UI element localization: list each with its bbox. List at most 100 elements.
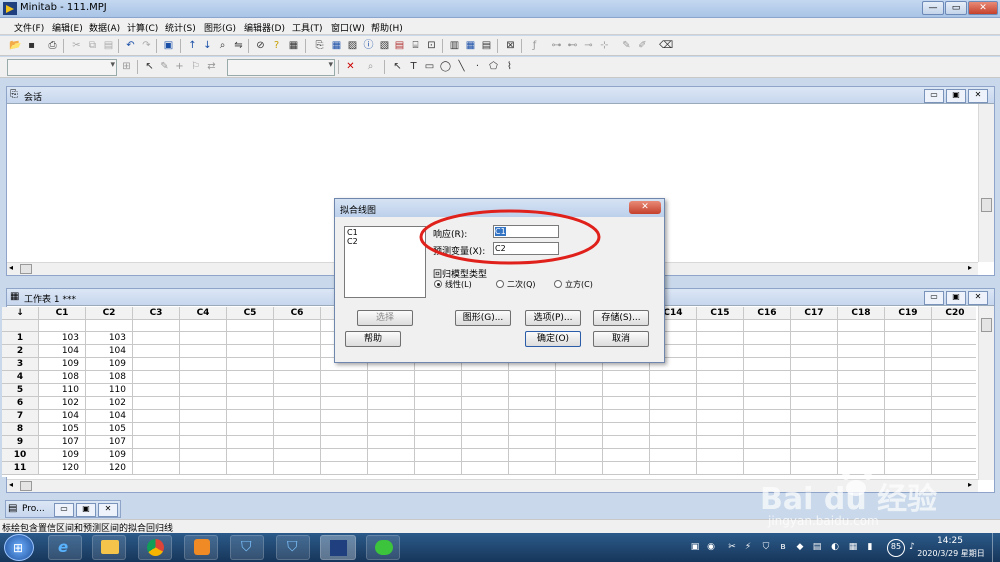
grid-cell[interactable] bbox=[133, 410, 180, 423]
worksheet-horizontal-scrollbar[interactable]: ◂ ▸ bbox=[7, 479, 978, 492]
grid-cell[interactable]: 103 bbox=[39, 332, 86, 345]
grid-cell[interactable] bbox=[321, 397, 368, 410]
grid-cell[interactable] bbox=[509, 371, 556, 384]
ok-button[interactable]: 确定(O) bbox=[525, 331, 581, 347]
grid-cell[interactable] bbox=[415, 449, 462, 462]
grid-cell[interactable] bbox=[932, 384, 976, 397]
menu-editor[interactable]: 编辑器(D) bbox=[244, 21, 285, 34]
copy-icon[interactable]: ⧉ bbox=[86, 39, 99, 52]
replace-icon[interactable]: ⇋ bbox=[232, 39, 245, 52]
taskbar-wechat[interactable] bbox=[366, 535, 400, 560]
grid-cell[interactable] bbox=[368, 384, 415, 397]
text-tool-icon[interactable]: T bbox=[407, 60, 420, 73]
tray-icon-7[interactable]: ◐ bbox=[830, 542, 840, 552]
grid-cell[interactable] bbox=[133, 358, 180, 371]
grid-cell[interactable] bbox=[744, 332, 791, 345]
grid-cell[interactable] bbox=[509, 384, 556, 397]
grid-cell[interactable]: 102 bbox=[39, 397, 86, 410]
manage-graphs-icon[interactable]: ⊡ bbox=[425, 39, 438, 52]
grid-cell[interactable] bbox=[744, 371, 791, 384]
grid-cell[interactable] bbox=[368, 410, 415, 423]
pointer-icon[interactable]: ↖ bbox=[391, 60, 404, 73]
grid-cell[interactable] bbox=[697, 358, 744, 371]
find-icon[interactable]: ⌕ bbox=[216, 39, 229, 52]
grid-cell[interactable] bbox=[368, 371, 415, 384]
grid-cell[interactable] bbox=[603, 436, 650, 449]
column-name-cell[interactable] bbox=[39, 320, 86, 332]
grid-cell[interactable] bbox=[603, 449, 650, 462]
open-icon[interactable]: 📂 bbox=[9, 39, 22, 52]
grid-cell[interactable] bbox=[227, 397, 274, 410]
ellipse-tool-icon[interactable]: ◯ bbox=[439, 60, 452, 73]
grid-cell[interactable] bbox=[180, 358, 227, 371]
show-worksheets-icon[interactable]: ▦ bbox=[464, 39, 477, 52]
session-vertical-scrollbar[interactable] bbox=[978, 104, 994, 262]
variable-list-item[interactable]: C2 bbox=[347, 237, 358, 246]
grid-corner[interactable]: ↓ bbox=[2, 307, 39, 320]
row-icon[interactable]: ⊷ bbox=[566, 39, 579, 52]
grid-cell[interactable] bbox=[509, 462, 556, 475]
grid-cell[interactable]: 120 bbox=[39, 462, 86, 475]
clock-time[interactable]: 14:25 bbox=[930, 536, 970, 546]
grid-cell[interactable] bbox=[650, 410, 697, 423]
radio-cubic-label[interactable]: 立方(C) bbox=[565, 279, 593, 290]
column-name-cell[interactable] bbox=[791, 320, 838, 332]
grid-cell[interactable] bbox=[227, 371, 274, 384]
menu-help[interactable]: 帮助(H) bbox=[371, 21, 403, 34]
grid-cell[interactable] bbox=[838, 462, 885, 475]
grid-cell[interactable] bbox=[650, 436, 697, 449]
grid-cell[interactable] bbox=[885, 449, 932, 462]
grid-cell[interactable] bbox=[556, 384, 603, 397]
dot-tool-icon[interactable]: · bbox=[471, 60, 484, 73]
grid-cell[interactable] bbox=[885, 384, 932, 397]
grid-cell[interactable] bbox=[274, 345, 321, 358]
undo-icon[interactable]: ↶ bbox=[124, 39, 137, 52]
grid-cell[interactable] bbox=[180, 449, 227, 462]
grid-cell[interactable] bbox=[650, 449, 697, 462]
brush-tool-icon[interactable]: ✐ bbox=[636, 39, 649, 52]
column-name-cell[interactable] bbox=[227, 320, 274, 332]
column-header[interactable]: C18 bbox=[838, 307, 885, 320]
grid-cell[interactable] bbox=[603, 384, 650, 397]
row-header[interactable]: 4 bbox=[2, 371, 39, 384]
grid-cell[interactable] bbox=[133, 449, 180, 462]
radio-quadratic[interactable] bbox=[496, 280, 504, 288]
tray-shield-icon[interactable]: ⛉ bbox=[761, 542, 771, 552]
font-combo[interactable] bbox=[227, 59, 335, 76]
grid-cell[interactable] bbox=[885, 397, 932, 410]
grid-cell[interactable] bbox=[838, 358, 885, 371]
radio-linear-label[interactable]: 线性(L) bbox=[445, 279, 472, 290]
grid-cell[interactable] bbox=[556, 436, 603, 449]
grid-cell[interactable] bbox=[932, 358, 976, 371]
tray-icon-4[interactable]: ⚡ bbox=[743, 542, 753, 552]
grid-cell[interactable] bbox=[274, 423, 321, 436]
grid-cell[interactable] bbox=[274, 397, 321, 410]
grid-cell[interactable]: 104 bbox=[86, 410, 133, 423]
grid-cell[interactable] bbox=[180, 384, 227, 397]
grid-cell[interactable] bbox=[885, 358, 932, 371]
options-button[interactable]: 选项(P)... bbox=[525, 310, 581, 326]
grid-cell[interactable]: 103 bbox=[86, 332, 133, 345]
column-name-cell[interactable] bbox=[180, 320, 227, 332]
line-tool-icon[interactable]: ╲ bbox=[455, 60, 468, 73]
cell-icon[interactable]: ⊹ bbox=[598, 39, 611, 52]
new-graph-icon[interactable]: ⌸ bbox=[409, 39, 422, 52]
grid-cell[interactable] bbox=[415, 371, 462, 384]
taskbar-minitab[interactable] bbox=[320, 535, 356, 560]
cancel-icon[interactable]: ⊘ bbox=[254, 39, 267, 52]
grid-cell[interactable] bbox=[838, 397, 885, 410]
tray-badge[interactable]: 85 bbox=[887, 539, 905, 557]
select-arrow-icon[interactable]: ↖ bbox=[143, 60, 156, 73]
variable-list-item[interactable]: C1 bbox=[347, 228, 358, 237]
taskbar-chrome[interactable] bbox=[138, 535, 172, 560]
grid-cell[interactable]: 105 bbox=[39, 423, 86, 436]
session-maximize-button[interactable]: ▣ bbox=[946, 89, 966, 103]
grid-cell[interactable] bbox=[650, 423, 697, 436]
grid-cell[interactable] bbox=[227, 358, 274, 371]
column-header[interactable]: C17 bbox=[791, 307, 838, 320]
close-graphs-icon[interactable]: ⊠ bbox=[504, 39, 517, 52]
worksheet-minimize-button[interactable]: ▭ bbox=[924, 291, 944, 305]
grid-cell[interactable] bbox=[932, 449, 976, 462]
radio-linear[interactable] bbox=[434, 280, 442, 288]
grid-cell[interactable] bbox=[791, 345, 838, 358]
